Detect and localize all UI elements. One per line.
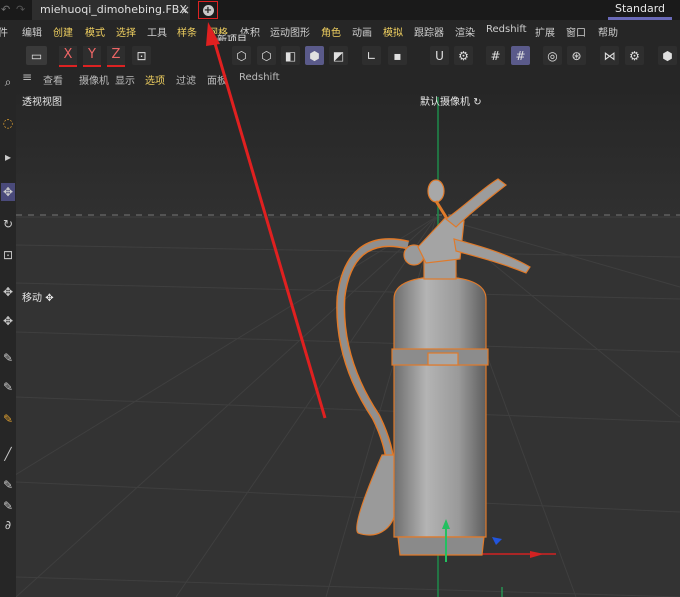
- tab-close-icon[interactable]: ×: [180, 0, 190, 20]
- menu-tracker[interactable]: 跟踪器: [414, 24, 444, 39]
- axis-mode-icon[interactable]: ∟: [362, 46, 381, 65]
- spline-pen-icon[interactable]: ✎: [1, 349, 15, 367]
- menu-window[interactable]: 窗口: [566, 24, 586, 39]
- menu-help[interactable]: 帮助: [598, 24, 618, 39]
- hamburger-icon[interactable]: ≡: [22, 70, 32, 84]
- move-crosshair-icon: ✥: [45, 293, 54, 304]
- workplane-icon[interactable]: ▪: [388, 46, 407, 65]
- line-tool-icon[interactable]: ╱: [1, 445, 15, 463]
- magnet-tool-icon[interactable]: ∂: [1, 516, 15, 534]
- points-mode-icon[interactable]: ⬡: [232, 46, 251, 65]
- grid-snap-icon[interactable]: #: [511, 46, 530, 65]
- zoom-search-icon[interactable]: ⌕: [1, 73, 15, 91]
- undo-icon[interactable]: ↶: [1, 3, 10, 16]
- texture-mode-icon[interactable]: ◩: [329, 46, 348, 65]
- menu-mode[interactable]: 模式: [85, 24, 105, 39]
- pressure-gauge: [427, 179, 445, 203]
- snap-magnet-icon[interactable]: U: [430, 46, 449, 65]
- scale-tool-icon[interactable]: ⊡: [1, 246, 15, 264]
- menu-spline[interactable]: 样条: [177, 24, 197, 39]
- axis-z-toggle[interactable]: Z: [107, 46, 125, 67]
- gizmo-x-arrow[interactable]: [530, 551, 544, 558]
- viewport-3d[interactable]: [16, 87, 680, 597]
- viewport-menu-view[interactable]: 查看: [43, 72, 63, 87]
- object-mode-icon[interactable]: ▭: [26, 46, 47, 65]
- plus-icon: +: [202, 4, 214, 16]
- active-tool-label: 移动 ✥: [22, 289, 54, 304]
- render-region-icon[interactable]: ◎: [543, 46, 562, 65]
- axis-y-toggle[interactable]: Y: [83, 46, 101, 67]
- render-settings-icon[interactable]: ⊛: [567, 46, 586, 65]
- redo-icon[interactable]: ↷: [16, 3, 25, 16]
- knife-icon[interactable]: ✎: [1, 476, 15, 494]
- brush-icon[interactable]: ✎: [1, 497, 15, 515]
- coordinate-system-icon[interactable]: ⊡: [132, 46, 151, 65]
- viewport-menu-camera[interactable]: 摄像机: [79, 72, 109, 87]
- gizmo-z-arrow[interactable]: [492, 537, 502, 545]
- polygons-mode-icon[interactable]: ◧: [281, 46, 300, 65]
- new-project-button[interactable]: +: [198, 1, 218, 19]
- transform-multi-icon[interactable]: ✥: [1, 312, 15, 330]
- snap-settings-icon[interactable]: ⚙: [454, 46, 473, 65]
- menu-file[interactable]: 件: [0, 24, 8, 39]
- lever-handle: [453, 238, 531, 274]
- spline-sketch-icon[interactable]: ✎: [1, 378, 15, 396]
- menu-extensions[interactable]: 扩展: [535, 24, 555, 39]
- base-ring: [397, 536, 485, 556]
- tool-name-text: 移动: [22, 293, 42, 304]
- pointer-icon[interactable]: ▸: [1, 148, 15, 166]
- camera-name-text: 默认摄像机: [420, 97, 470, 108]
- menu-tools[interactable]: 工具: [147, 24, 167, 39]
- viewport-menu-panel[interactable]: 面板: [207, 72, 227, 87]
- symmetry-icon[interactable]: ⋈: [600, 46, 619, 65]
- viewport-menu-redshift[interactable]: Redshift: [239, 72, 280, 83]
- grid-icon[interactable]: #: [486, 46, 505, 65]
- axis-x-toggle[interactable]: X: [59, 46, 77, 67]
- viewport-menu-options[interactable]: 选项: [145, 72, 165, 87]
- menu-render[interactable]: 渲染: [455, 24, 475, 39]
- camera-refresh-icon[interactable]: ↻: [473, 97, 481, 108]
- viewport-view-name[interactable]: 透视视图: [22, 93, 62, 108]
- viewport-scene: [16, 87, 680, 597]
- tab-document[interactable]: miehuoqi_dimohebing.FBX *: [32, 0, 190, 36]
- viewport-menu-filter[interactable]: 过滤: [176, 72, 196, 87]
- settings-gear-icon[interactable]: ⚙: [625, 46, 644, 65]
- model-mode-icon[interactable]: ⬢: [305, 46, 324, 65]
- cylinder-body: [393, 276, 487, 538]
- menu-mograph[interactable]: 运动图形: [270, 24, 310, 39]
- menu-create[interactable]: 创建: [53, 24, 73, 39]
- move-tool-icon[interactable]: ✥: [1, 183, 15, 201]
- menu-select[interactable]: 选择: [116, 24, 136, 39]
- paint-icon[interactable]: ✎: [1, 410, 15, 428]
- band-clip: [427, 352, 459, 366]
- layout-selector[interactable]: Standard: [608, 0, 672, 20]
- menu-character[interactable]: 角色: [321, 24, 341, 39]
- menu-animation[interactable]: 动画: [352, 24, 372, 39]
- live-selection-icon[interactable]: ◌: [1, 114, 15, 132]
- rotate-tool-icon[interactable]: ↻: [1, 215, 15, 233]
- edges-mode-icon[interactable]: ⬡: [257, 46, 276, 65]
- viewport-sky: [16, 87, 680, 217]
- menu-edit[interactable]: 编辑: [22, 24, 42, 39]
- viewport-menu-display[interactable]: 显示: [115, 72, 135, 87]
- transform-icon[interactable]: ✥: [1, 283, 15, 301]
- viewport-camera-name[interactable]: 默认摄像机 ↻: [420, 93, 482, 108]
- redshift-icon[interactable]: ⬢: [658, 46, 677, 65]
- menu-redshift[interactable]: Redshift: [486, 24, 527, 35]
- menu-simulate[interactable]: 模拟: [383, 24, 403, 39]
